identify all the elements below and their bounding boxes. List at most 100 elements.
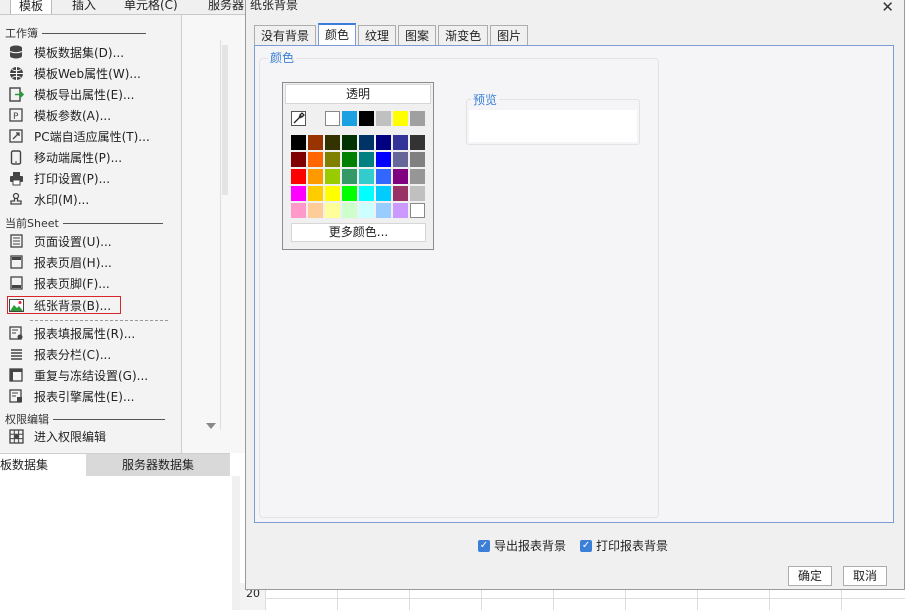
menu-item-pc-adaptive[interactable]: PC端自适应属性(T)... [8, 126, 150, 146]
tab-no-background[interactable]: 没有背景 [254, 25, 317, 45]
palette-color-swatch[interactable] [325, 152, 340, 167]
palette-color-swatch[interactable] [308, 203, 323, 218]
palette-color-swatch[interactable] [376, 152, 391, 167]
palette-color-swatch[interactable] [359, 169, 374, 184]
color-palette: 透明 更多颜色... [282, 82, 434, 250]
header-icon [8, 254, 24, 270]
database-icon [8, 44, 24, 60]
tab-texture[interactable]: 纹理 [358, 25, 397, 45]
tab-server-dataset[interactable]: 服务器数据集 [86, 454, 230, 476]
dataset-tabs: 板数据集 服务器数据集 [0, 453, 230, 476]
recent-color-swatch[interactable] [342, 111, 357, 126]
recent-color-swatch[interactable] [376, 111, 391, 126]
tab-gradient[interactable]: 渐变色 [438, 25, 489, 45]
menu-cell[interactable]: 单元格(C) [124, 0, 178, 13]
eyedropper-icon[interactable] [291, 111, 306, 126]
palette-color-swatch[interactable] [359, 135, 374, 150]
palette-color-swatch[interactable] [410, 135, 425, 150]
palette-color-swatch[interactable] [325, 203, 340, 218]
palette-color-swatch[interactable] [291, 169, 306, 184]
export-background-checkbox[interactable]: ✓ [478, 539, 490, 552]
palette-color-swatch[interactable] [291, 135, 306, 150]
menu-insert[interactable]: 插入 [72, 0, 96, 13]
preview-label: 预览 [471, 91, 500, 108]
resize-icon [8, 128, 24, 144]
palette-color-swatch[interactable] [291, 152, 306, 167]
vertical-scrollbar-thumb[interactable] [222, 45, 228, 195]
palette-color-swatch[interactable] [393, 186, 408, 201]
palette-color-swatch[interactable] [410, 152, 425, 167]
cancel-button[interactable]: 取消 [843, 566, 887, 586]
palette-color-swatch[interactable] [308, 135, 323, 150]
palette-color-swatch[interactable] [308, 152, 323, 167]
palette-color-swatch[interactable] [325, 186, 340, 201]
palette-color-swatch[interactable] [393, 203, 408, 218]
menu-item-repeat-freeze[interactable]: 重复与冻结设置(G)... [8, 365, 148, 385]
palette-color-swatch[interactable] [410, 186, 425, 201]
palette-color-swatch[interactable] [342, 186, 357, 201]
export-background-label: 导出报表背景 [494, 539, 567, 553]
palette-color-swatch[interactable] [359, 186, 374, 201]
palette-color-swatch[interactable] [376, 186, 391, 201]
tab-template-dataset[interactable]: 板数据集 [0, 454, 86, 476]
menu-item-mobile[interactable]: 移动端属性(P)... [8, 147, 122, 167]
palette-color-swatch[interactable] [393, 152, 408, 167]
menu-item-watermark[interactable]: 水印(M)... [8, 189, 89, 209]
palette-color-swatch[interactable] [393, 169, 408, 184]
color-tab-panel: 颜色 透明 更多颜色... 预览 [254, 45, 894, 523]
menu-server[interactable]: 服务器 [208, 0, 244, 13]
palette-color-swatch[interactable] [342, 169, 357, 184]
print-background-option[interactable]: ✓ 打印报表背景 [580, 537, 668, 554]
palette-color-swatch[interactable] [291, 203, 306, 218]
ok-button[interactable]: 确定 [788, 566, 832, 586]
menu-item-report-fill[interactable]: 报表填报属性(R)... [8, 323, 135, 343]
panel-splitter[interactable] [232, 476, 240, 610]
palette-color-swatch[interactable] [308, 186, 323, 201]
palette-color-swatch[interactable] [410, 203, 425, 218]
palette-color-swatch[interactable] [376, 203, 391, 218]
recent-color-swatch[interactable] [359, 111, 374, 126]
palette-color-swatch[interactable] [359, 203, 374, 218]
menu-item-template-web[interactable]: 模板Web属性(W)... [8, 63, 141, 83]
palette-color-swatch[interactable] [393, 135, 408, 150]
recent-color-swatch[interactable] [393, 111, 408, 126]
tab-pattern[interactable]: 图案 [398, 25, 437, 45]
menu-item-print-settings[interactable]: 打印设置(P)... [8, 168, 110, 188]
menu-item-report-header[interactable]: 报表页眉(H)... [8, 252, 112, 272]
palette-color-swatch[interactable] [359, 152, 374, 167]
palette-color-swatch[interactable] [325, 135, 340, 150]
print-background-checkbox[interactable]: ✓ [580, 539, 593, 552]
palette-color-swatch[interactable] [308, 169, 323, 184]
palette-color-swatch[interactable] [376, 135, 391, 150]
palette-color-swatch[interactable] [291, 186, 306, 201]
freeze-icon [8, 367, 24, 383]
menu-item-template-dataset[interactable]: 模板数据集(D)... [8, 42, 124, 62]
print-background-label: 打印报表背景 [596, 539, 669, 553]
section-workbook: 工作簿 [5, 25, 146, 41]
menu-item-template-params[interactable]: P 模板参数(A)... [8, 105, 111, 125]
menu-item-report-engine[interactable]: 报表引擎属性(E)... [8, 386, 134, 406]
menu-template[interactable]: 模板 [10, 0, 53, 14]
menu-item-report-columns[interactable]: 报表分栏(C)... [8, 344, 111, 364]
export-background-option[interactable]: ✓ 导出报表背景 [478, 537, 566, 554]
recent-color-swatch[interactable] [410, 111, 425, 126]
more-colors-button[interactable]: 更多颜色... [291, 223, 426, 242]
recent-color-swatch[interactable] [325, 111, 340, 126]
menu-item-report-footer[interactable]: 报表页脚(F)... [8, 273, 110, 293]
palette-color-swatch[interactable] [342, 152, 357, 167]
palette-color-swatch[interactable] [376, 169, 391, 184]
palette-color-swatch[interactable] [325, 169, 340, 184]
menu-item-page-setup[interactable]: 页面设置(U)... [8, 231, 112, 251]
menu-item-template-export[interactable]: 模板导出属性(E)... [8, 84, 134, 104]
transparent-button[interactable]: 透明 [285, 84, 431, 104]
preview-group: 预览 [466, 91, 640, 145]
menu-item-permission-edit[interactable]: 进入权限编辑 [8, 426, 106, 446]
tab-picture[interactable]: 图片 [490, 25, 529, 45]
close-icon[interactable]: ✕ [881, 0, 894, 16]
tab-color[interactable]: 颜色 [318, 23, 357, 45]
palette-color-swatch[interactable] [342, 135, 357, 150]
palette-color-swatch[interactable] [342, 203, 357, 218]
menu-bar: 模板 插入 单元格(C) 服务器 [0, 0, 245, 15]
scroll-down-arrow-icon[interactable] [206, 423, 216, 429]
palette-color-swatch[interactable] [410, 169, 425, 184]
